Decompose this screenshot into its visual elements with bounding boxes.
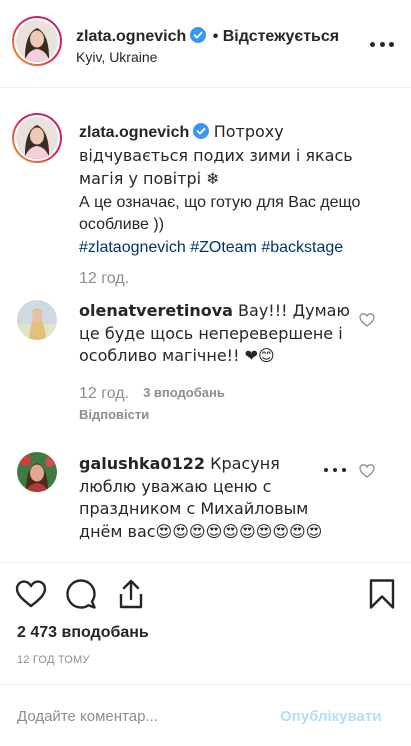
comment-body: olenatveretinova Вау!!! Думаю це буде що…: [79, 300, 351, 370]
more-options-icon[interactable]: [370, 38, 394, 50]
post-caption: zlata.ognevich Потроху відчувається поди…: [79, 121, 389, 259]
header-username[interactable]: zlata.ognevich: [76, 28, 186, 45]
caption-line-2: А це означає, що готую для Вас дещо особ…: [79, 193, 361, 234]
comment-likes-count[interactable]: 3 вподобань: [143, 385, 225, 400]
comment-options-icon[interactable]: [324, 468, 346, 474]
comment-username[interactable]: galushka0122: [79, 454, 205, 473]
comment-like-heart-icon[interactable]: [359, 312, 375, 328]
header-username-row: zlata.ognevich • Відстежується: [76, 27, 339, 46]
verified-badge-icon: [193, 123, 210, 139]
likes-count[interactable]: 2 473 вподобань: [17, 624, 149, 642]
comment-username[interactable]: olenatveretinova: [79, 301, 233, 320]
post-header: zlata.ognevich • Відстежується Kyiv, Ukr…: [0, 0, 411, 88]
bookmark-icon[interactable]: [366, 578, 398, 610]
author-avatar[interactable]: [12, 16, 62, 66]
comment-timestamp[interactable]: 12 год.: [79, 385, 129, 402]
hashtag-link[interactable]: #zlataognevich: [79, 239, 186, 256]
caption-timestamp[interactable]: 12 год.: [79, 270, 129, 288]
commenter-avatar[interactable]: [17, 300, 57, 340]
comment-meta: 12 год. 3 вподобань: [79, 385, 225, 403]
section-divider: [0, 684, 411, 685]
heart-icon[interactable]: [15, 578, 47, 610]
caption-author-photo: [16, 117, 58, 159]
caption-avatar[interactable]: [12, 113, 62, 163]
location-link[interactable]: Kyiv, Ukraine: [76, 49, 157, 65]
reply-button[interactable]: Відповісти: [79, 407, 149, 422]
publish-button[interactable]: Опублікувати: [280, 708, 381, 725]
hashtag-link[interactable]: #ZOteam: [190, 239, 257, 256]
follow-status[interactable]: • Відстежується: [213, 28, 339, 45]
caption-username[interactable]: zlata.ognevich: [79, 124, 189, 141]
post-timestamp[interactable]: 12 ГОД ТОМУ: [17, 654, 90, 666]
verified-badge-icon: [190, 27, 207, 43]
comment-body: galushka0122 Красуня люблю уважаю ценю с…: [79, 453, 334, 543]
commenter-avatar[interactable]: [17, 452, 57, 492]
comment-bubble-icon[interactable]: [65, 578, 97, 610]
comment-like-heart-icon[interactable]: [359, 463, 375, 479]
section-divider: [0, 562, 411, 563]
share-icon[interactable]: [115, 578, 147, 610]
author-photo: [16, 20, 58, 62]
add-comment-input[interactable]: [17, 708, 257, 725]
hashtag-link[interactable]: #backstage: [261, 239, 343, 256]
